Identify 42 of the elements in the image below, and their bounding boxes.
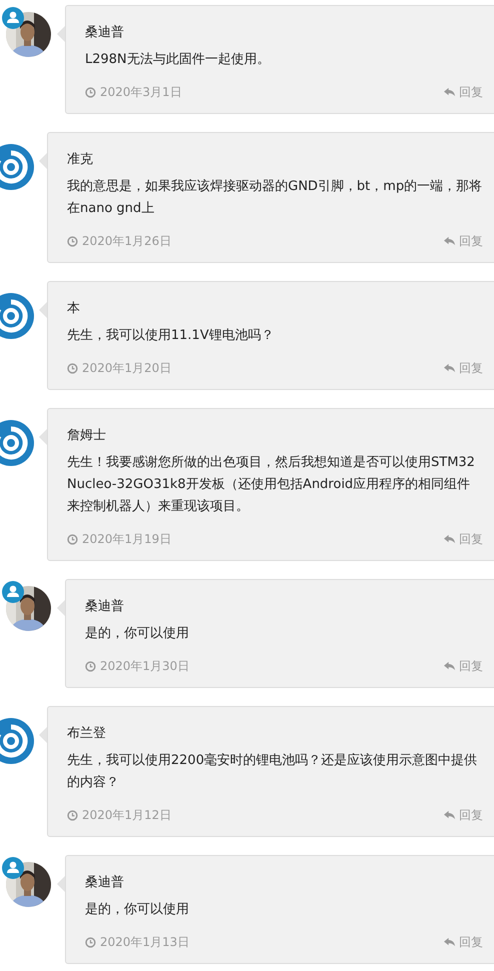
comment-text: 我的意思是，如果我应该焊接驱动器的GND引脚，bt，mp的一端，那将在nano gnd上: [67, 178, 483, 218]
comment-date: 2020年1月20日: [67, 358, 172, 378]
reply-button[interactable]: 回复: [444, 358, 483, 378]
reply-arrow-icon: [444, 936, 455, 948]
comment-date: 2020年1月26日: [67, 231, 172, 251]
reply-arrow-icon: [444, 236, 455, 246]
comment-author: 桑迪普: [85, 874, 124, 892]
reply-arrow-icon: [444, 362, 455, 374]
comment-author: 布兰登: [67, 725, 106, 743]
comment-date: 2020年3月1日: [85, 82, 182, 102]
comment-text: 是的，你可以使用: [85, 625, 190, 643]
reply-button[interactable]: 回复: [444, 656, 483, 676]
comment-text: 先生，我可以使用2200毫安时的锂电池吗？还是应该使用示意图中提供的内容？: [67, 752, 478, 792]
comment-author: 詹姆士: [67, 427, 106, 445]
clock-icon: [85, 660, 96, 672]
comment-date: 2020年1月12日: [67, 805, 172, 825]
comment-author: 本: [67, 300, 80, 318]
reply-arrow-icon: [444, 86, 455, 98]
reply-button[interactable]: 回复: [444, 805, 483, 825]
clock-icon: [85, 936, 96, 948]
comment-text: L298N无法与此固件一起使用。: [85, 51, 271, 69]
comment-author: 准克: [67, 151, 93, 169]
clock-icon: [85, 86, 96, 98]
comment-date: 2020年1月30日: [85, 656, 190, 676]
clock-icon: [67, 534, 78, 544]
comment-text: 先生，我可以使用11.1V锂电池吗？: [67, 327, 275, 345]
reply-arrow-icon: [444, 660, 455, 672]
comment-text: 先生！我要感谢您所做的出色项目，然后我想知道是否可以使用STM32 Nucleo-32GO31k8开发板（还使用包括Android应用程序的相同组件来控制机器人）来重现该项目。: [67, 454, 476, 516]
clock-icon: [67, 236, 78, 246]
reply-button[interactable]: 回复: [444, 932, 483, 952]
clock-icon: [67, 810, 78, 820]
reply-arrow-icon: [444, 534, 455, 544]
reply-arrow-icon: [444, 810, 455, 820]
clock-icon: [67, 362, 78, 374]
comment-date: 2020年1月19日: [67, 529, 172, 549]
comment-date: 2020年1月13日: [85, 932, 190, 952]
reply-button[interactable]: 回复: [444, 82, 483, 102]
reply-button[interactable]: 回复: [444, 231, 483, 251]
reply-button[interactable]: 回复: [444, 529, 483, 549]
comment-author: 桑迪普: [85, 598, 124, 616]
comment-author: 桑迪普: [85, 24, 124, 42]
comment-text: 是的，你可以使用: [85, 901, 190, 919]
